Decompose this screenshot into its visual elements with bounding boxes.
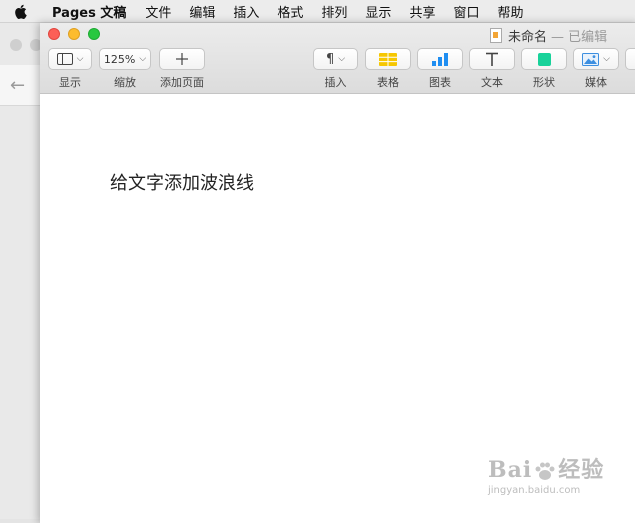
menu-insert[interactable]: 插入 bbox=[233, 2, 259, 21]
plus-icon bbox=[176, 53, 188, 65]
view-button[interactable]: ⌵ bbox=[48, 48, 92, 70]
apple-icon[interactable] bbox=[14, 4, 34, 19]
media-label: 媒体 bbox=[585, 76, 607, 89]
menu-arrange[interactable]: 排列 bbox=[321, 2, 347, 21]
close-window-button[interactable] bbox=[48, 28, 60, 40]
watermark-brand-right: 经验 bbox=[558, 457, 605, 483]
menu-bar: Pages 文稿 文件 编辑 插入 格式 排列 显示 共享 窗口 帮助 bbox=[0, 0, 635, 23]
pages-window: 未命名 — 已编辑 ⌵ 显示 125% ⌵ 缩放 添加页面 ¶ ⌵ 插入 表格 … bbox=[40, 23, 635, 523]
table-label: 表格 bbox=[377, 76, 399, 89]
media-icon bbox=[582, 52, 600, 66]
zoom-value: 125% bbox=[103, 52, 136, 66]
minimize-window-button[interactable] bbox=[68, 28, 80, 40]
zoom-dropdown[interactable]: 125% ⌵ bbox=[99, 48, 151, 70]
watermark-brand-left: Bai bbox=[488, 457, 533, 483]
paw-icon bbox=[535, 462, 555, 480]
title-bar: 未命名 — 已编辑 ⌵ 显示 125% ⌵ 缩放 添加页面 ¶ ⌵ 插入 表格 … bbox=[40, 23, 635, 94]
menu-file[interactable]: 文件 bbox=[145, 2, 171, 21]
document-status: — 已编辑 bbox=[551, 30, 608, 45]
chevron-down-icon: ⌵ bbox=[603, 54, 610, 64]
window-controls bbox=[48, 28, 100, 40]
baidu-watermark: Bai 经验 jingyan.baidu.com bbox=[488, 452, 604, 496]
view-label: 显示 bbox=[59, 76, 81, 89]
shape-button[interactable] bbox=[521, 48, 567, 70]
zoom-label: 缩放 bbox=[114, 76, 136, 89]
insert-button[interactable]: ¶ ⌵ bbox=[313, 48, 358, 70]
document-title[interactable]: 未命名 — 已编辑 bbox=[490, 26, 607, 45]
watermark-url: jingyan.baidu.com bbox=[488, 485, 581, 496]
shape-label: 形状 bbox=[533, 76, 555, 89]
sidebar-view-icon bbox=[56, 53, 73, 65]
add-page-button[interactable] bbox=[159, 48, 205, 70]
document-name: 未命名 bbox=[508, 30, 548, 45]
maximize-window-button[interactable] bbox=[88, 28, 100, 40]
text-button[interactable] bbox=[469, 48, 515, 70]
chart-label: 图表 bbox=[429, 76, 451, 89]
insert-label: 插入 bbox=[324, 76, 347, 89]
menu-help[interactable]: 帮助 bbox=[497, 2, 523, 21]
chart-icon bbox=[432, 52, 448, 66]
table-icon bbox=[379, 52, 397, 66]
text-label: 文本 bbox=[481, 76, 503, 89]
text-icon bbox=[486, 52, 498, 66]
comment-button[interactable] bbox=[625, 48, 635, 70]
chevron-down-icon: ⌵ bbox=[76, 54, 84, 64]
menu-window[interactable]: 窗口 bbox=[453, 2, 479, 21]
document-body-text[interactable]: 给文字添加波浪线 bbox=[110, 169, 254, 195]
shape-icon bbox=[537, 52, 551, 66]
menu-app-name[interactable]: Pages 文稿 bbox=[52, 2, 126, 21]
chevron-down-icon: ⌵ bbox=[338, 54, 346, 64]
menu-edit[interactable]: 编辑 bbox=[189, 2, 215, 21]
paragraph-icon: ¶ bbox=[325, 51, 335, 67]
document-icon bbox=[490, 28, 502, 43]
background-window-controls bbox=[10, 39, 42, 51]
menu-view[interactable]: 显示 bbox=[365, 2, 391, 21]
table-button[interactable] bbox=[365, 48, 411, 70]
media-button[interactable]: ⌵ bbox=[573, 48, 619, 70]
menu-format[interactable]: 格式 bbox=[277, 2, 303, 21]
chevron-down-icon: ⌵ bbox=[139, 54, 147, 64]
menu-share[interactable]: 共享 bbox=[409, 2, 435, 21]
add-page-label: 添加页面 bbox=[160, 76, 204, 89]
back-arrow-icon[interactable]: ← bbox=[10, 75, 25, 96]
chart-button[interactable] bbox=[417, 48, 463, 70]
